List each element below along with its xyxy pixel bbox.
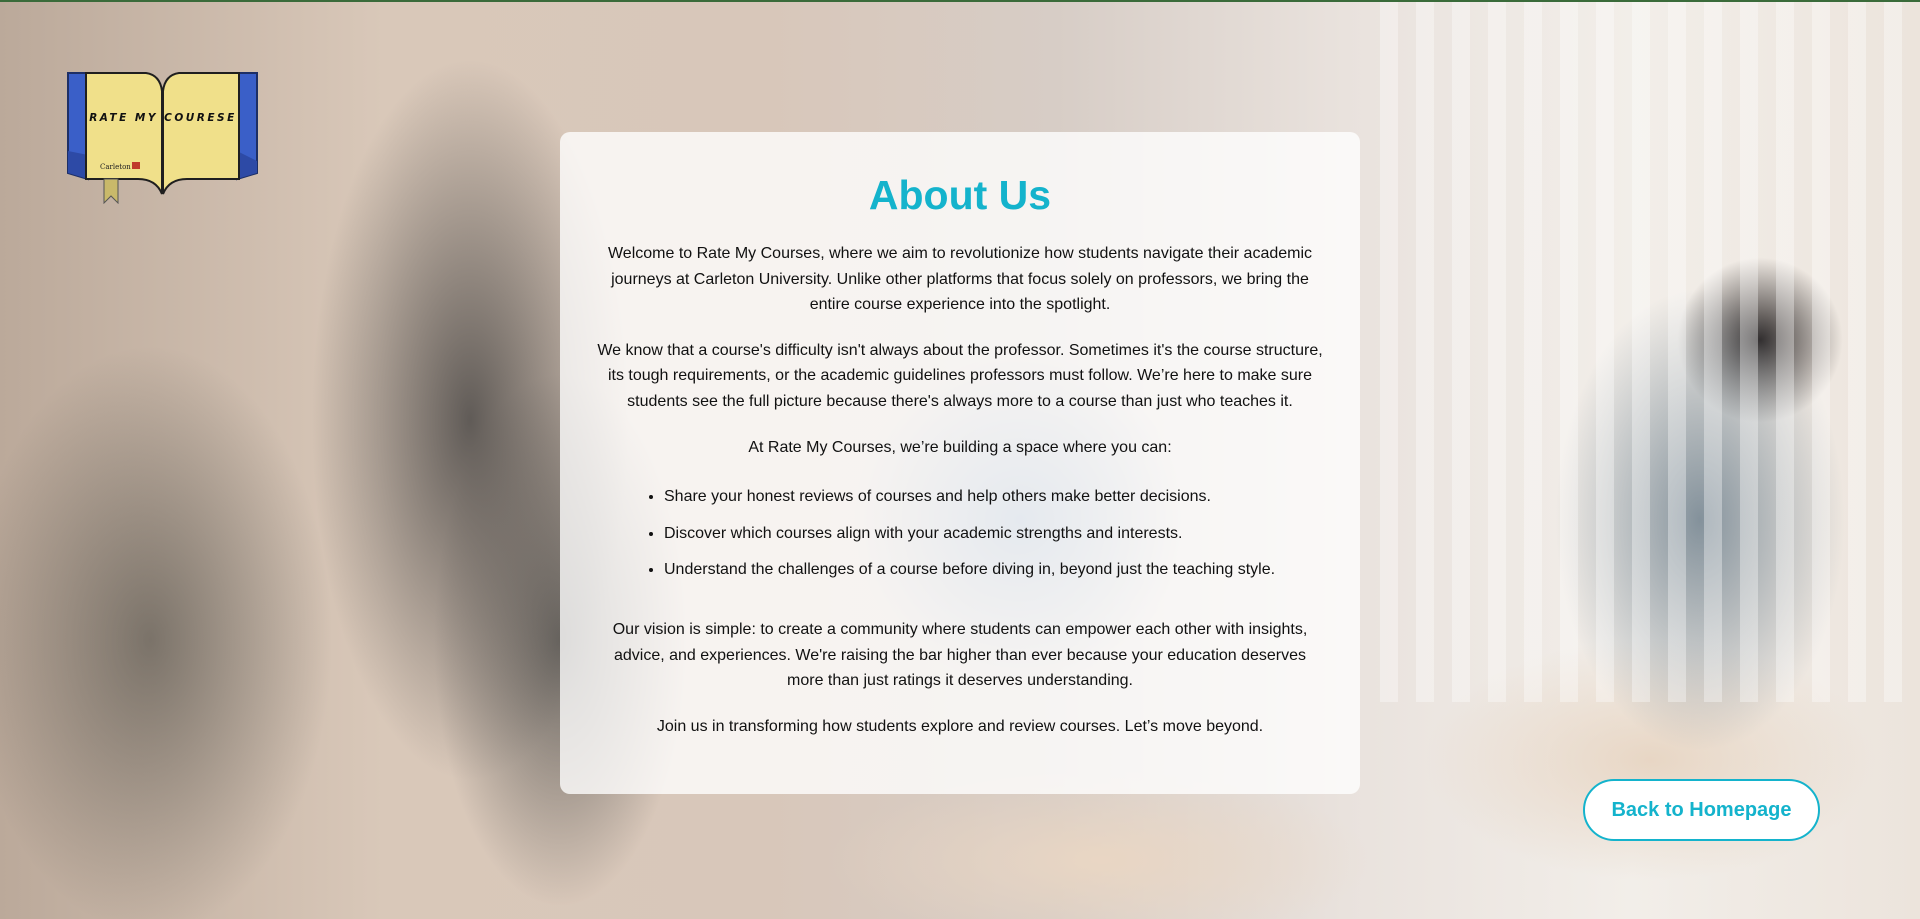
list-intro: At Rate My Courses, we’re building a spa… <box>748 438 1172 456</box>
list-item: Discover which courses align with your a… <box>664 521 1326 547</box>
list-item: Understand the challenges of a course be… <box>664 557 1326 583</box>
flag-icon <box>132 162 140 169</box>
feature-list: Share your honest reviews of courses and… <box>594 484 1326 583</box>
logo-university: Carleton <box>100 163 131 171</box>
closing-paragraph: Join us in transforming how students exp… <box>656 717 1264 735</box>
list-item: Share your honest reviews of courses and… <box>664 484 1326 510</box>
page-title: About Us <box>868 172 1052 218</box>
logo-title: RATE MY COURESE <box>89 112 237 124</box>
background-photo <box>1380 2 1920 702</box>
difficulty-paragraph: We know that a course's difficulty isn't… <box>597 341 1323 410</box>
intro-paragraph: Welcome to Rate My Courses, where we aim… <box>607 245 1313 314</box>
vision-paragraph: Our vision is simple: to create a commun… <box>612 620 1308 690</box>
book-icon <box>67 72 258 204</box>
site-logo[interactable]: RATE MY COURESE Carleton <box>66 69 259 204</box>
back-to-homepage-button[interactable]: Back to Homepage <box>1583 779 1820 841</box>
about-card: About Us Welcome to Rate My Courses, whe… <box>560 132 1360 794</box>
